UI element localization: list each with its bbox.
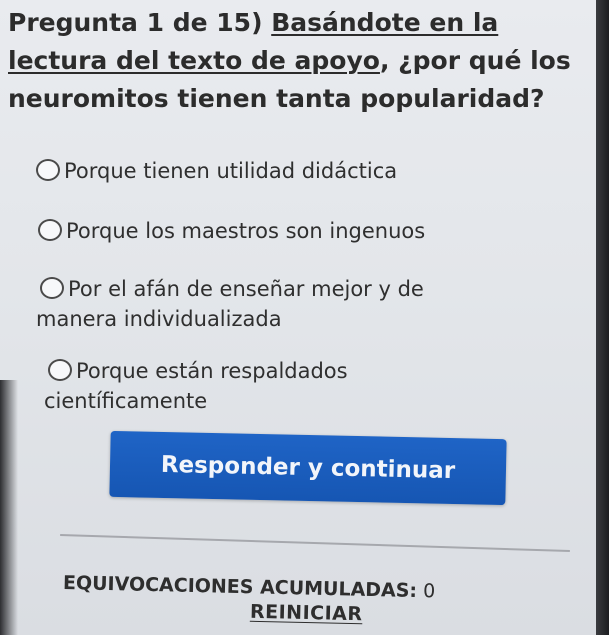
mistakes-counter: EQUIVOCACIONES ACUMULADAS: 0 [63, 572, 436, 602]
mistakes-count: 0 [422, 580, 436, 603]
radio-button-icon[interactable] [36, 159, 60, 181]
radio-button-icon[interactable] [38, 219, 62, 241]
answer-option-3[interactable]: Por el afán de enseñar mejor y de manera… [36, 274, 540, 331]
divider [60, 533, 570, 553]
quiz-screen: Pregunta 1 de 15) Basándote en la lectur… [0, 0, 596, 635]
mistakes-label: EQUIVOCACIONES ACUMULADAS: [62, 572, 418, 603]
device-bezel [596, 0, 609, 635]
answer-option-label-continued: manera individualizada [36, 307, 282, 331]
answer-option-2[interactable]: Porque los maestros son ingenuos [38, 216, 425, 246]
answer-option-label: Porque están respaldados [76, 359, 348, 383]
answer-option-label-continued: científicamente [44, 389, 208, 413]
restart-link[interactable]: REINICIAR [250, 601, 363, 626]
answer-option-1[interactable]: Porque tienen utilidad didáctica [36, 156, 397, 186]
answer-option-4[interactable]: Porque están respaldados científicamente [44, 356, 468, 413]
radio-button-icon[interactable] [48, 359, 72, 381]
answer-option-label: Porque tienen utilidad didáctica [64, 159, 398, 183]
question-number: Pregunta 1 de 15) [8, 8, 272, 37]
submit-answer-button[interactable]: Responder y continuar [109, 430, 507, 506]
answer-option-label: Por el afán de enseñar mejor y de [68, 277, 424, 301]
device-bezel-shadow [0, 380, 18, 635]
question-text: Pregunta 1 de 15) Basándote en la lectur… [8, 4, 593, 118]
radio-button-icon[interactable] [40, 277, 64, 299]
answer-option-label: Porque los maestros son ingenuos [66, 219, 426, 243]
